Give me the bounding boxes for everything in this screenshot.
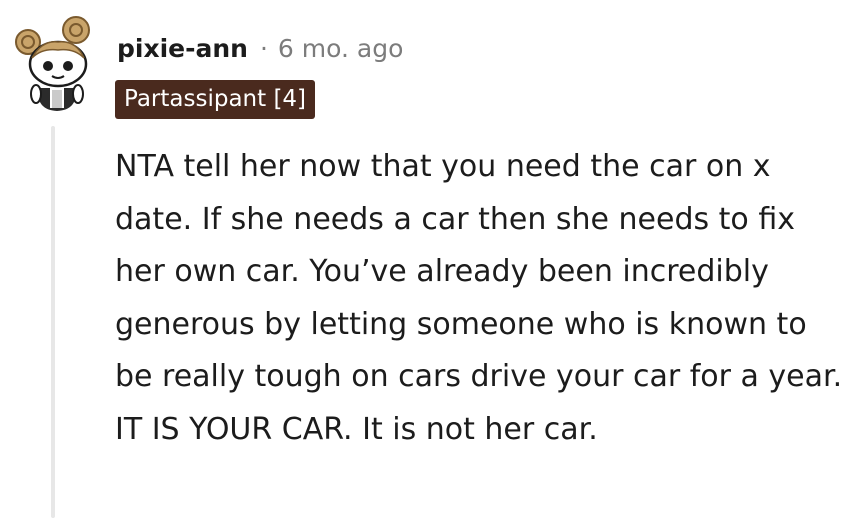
comment: pixie-ann · 6 mo. ago Partassipant [4] N…: [0, 0, 860, 518]
user-avatar-icon[interactable]: [14, 12, 100, 112]
username-link[interactable]: pixie-ann: [117, 34, 248, 63]
thread-line[interactable]: [51, 126, 55, 518]
timestamp[interactable]: 6 mo. ago: [278, 34, 403, 63]
meta-separator: ·: [259, 33, 268, 63]
user-flair-badge: Partassipant [4]: [115, 80, 316, 119]
comment-body: NTA tell her now that you need the car o…: [115, 149, 843, 447]
comment-header: pixie-ann · 6 mo. ago: [117, 28, 403, 68]
